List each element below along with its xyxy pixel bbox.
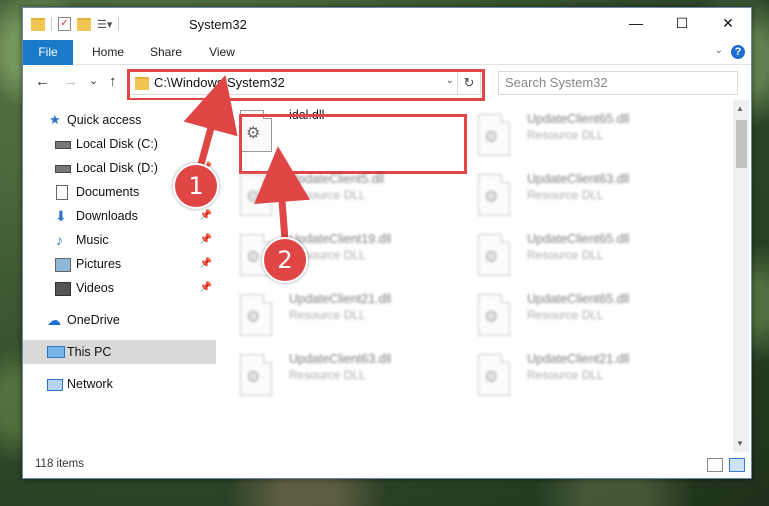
callout-2: 2 (262, 237, 308, 283)
callout-1: 1 (173, 163, 219, 209)
arrow-2 (254, 146, 311, 241)
arrow-1 (183, 74, 238, 169)
annotation-arrows (183, 74, 311, 246)
